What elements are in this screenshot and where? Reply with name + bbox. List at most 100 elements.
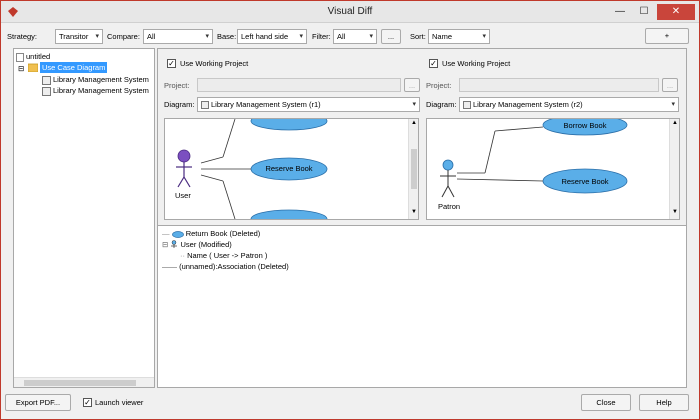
project-more-button-left[interactable]: ... xyxy=(404,78,420,92)
file-icon xyxy=(16,52,24,62)
tree-horizontal-scrollbar[interactable] xyxy=(14,377,154,387)
tree-item-label: Library Management System xyxy=(53,86,149,95)
actor-user-label: User xyxy=(175,191,191,200)
chevron-down-icon: ▾ xyxy=(369,33,373,40)
close-button[interactable]: Close xyxy=(581,394,631,411)
close-window-button[interactable]: ✕ xyxy=(657,4,695,20)
tree-item-label: Library Management System xyxy=(53,75,149,84)
project-more-button-right[interactable]: ... xyxy=(662,78,678,92)
tree-item-lms-2[interactable]: Library Management System xyxy=(42,85,149,96)
tree-item-use-case-diagram[interactable]: Use Case Diagram xyxy=(40,62,108,73)
left-side: ✓ Use Working Project Project: ... Diagr… xyxy=(164,49,426,224)
tree-root-item[interactable]: untitled xyxy=(16,51,50,62)
title-bar: Visual Diff — ☐ ✕ xyxy=(1,1,699,23)
actor-icon xyxy=(171,240,178,249)
diagram-icon xyxy=(42,75,51,85)
strategy-label: Strategy: xyxy=(7,32,38,41)
diagram-label-right: Diagram: xyxy=(426,100,457,109)
use-working-project-checkbox-left[interactable]: ✓ xyxy=(167,59,176,68)
base-select[interactable]: Left hand side ▾ xyxy=(237,29,307,44)
diff-item-name-change[interactable]: ·· Name ( User -> Patron ) xyxy=(180,251,267,260)
launch-viewer-checkbox[interactable]: ✓ xyxy=(83,398,92,407)
diff-item-user[interactable]: ⊟ User (Modified) xyxy=(162,240,232,250)
base-label: Base: xyxy=(217,32,237,41)
diagram-canvas-left[interactable]: User Reserve Book ▲ ▼ xyxy=(164,118,419,220)
chevron-down-icon: ▾ xyxy=(412,101,416,108)
actor-patron-label: Patron xyxy=(438,202,461,211)
bottom-bar: Export PDF... ✓ Launch viewer Close Help xyxy=(5,394,695,412)
chevron-down-icon: ▾ xyxy=(671,101,675,108)
use-working-project-label-left: Use Working Project xyxy=(180,59,249,68)
diagram-select-left[interactable]: Library Management System (r1) ▾ xyxy=(197,97,420,112)
visual-diff-window: Visual Diff — ☐ ✕ Strategy: Transitor ▾ C… xyxy=(0,0,700,420)
tree-item-lms-1[interactable]: Library Management System xyxy=(42,74,149,85)
project-label-left: Project: xyxy=(164,81,190,90)
sort-label: Sort: xyxy=(410,32,426,41)
scrollbar-thumb[interactable] xyxy=(24,380,136,386)
compare-select[interactable]: All ▾ xyxy=(143,29,213,44)
scroll-up-icon[interactable]: ▲ xyxy=(411,120,417,126)
diagram-icon xyxy=(201,101,209,110)
tree-expander-icon[interactable]: ⊟ xyxy=(18,63,24,74)
diagram-canvas-right[interactable]: Patron Borrow Book Reserve Book ▲ ▼ xyxy=(426,118,680,220)
diff-item-association[interactable]: —— (unnamed):Association (Deleted) xyxy=(162,262,289,271)
diagram-drawing-right xyxy=(440,119,628,198)
maximize-button[interactable]: ☐ xyxy=(633,4,655,20)
diagram-icon xyxy=(42,86,51,96)
scrollbar-thumb[interactable] xyxy=(411,149,417,189)
usecase-reserve-book-right: Reserve Book xyxy=(561,177,609,186)
sort-value: Name xyxy=(432,32,453,41)
export-pdf-button[interactable]: Export PDF... xyxy=(5,394,71,411)
difference-tree: — Return Book (Deleted) ⊟ User (Modified… xyxy=(158,225,686,387)
folder-icon xyxy=(27,63,39,74)
association-icon: —— xyxy=(162,262,177,271)
diff-item-label: Name ( User -> Patron ) xyxy=(187,251,268,260)
strategy-select[interactable]: Transitor ▾ xyxy=(55,29,103,44)
plus-icon: + xyxy=(664,31,670,40)
diagram-select-right[interactable]: Library Management System (r2) ▾ xyxy=(459,97,679,112)
chevron-down-icon: ▾ xyxy=(205,33,209,40)
scroll-down-icon[interactable]: ▼ xyxy=(672,209,678,215)
filter-label: Filter: xyxy=(312,32,331,41)
base-value: Left hand side xyxy=(241,32,289,41)
diff-item-return-book[interactable]: — Return Book (Deleted) xyxy=(162,229,260,238)
help-button[interactable]: Help xyxy=(639,394,689,411)
project-label-right: Project: xyxy=(426,81,452,90)
scroll-down-icon[interactable]: ▼ xyxy=(411,209,417,215)
diff-item-label: (unnamed):Association (Deleted) xyxy=(179,262,289,271)
usecase-borrow-book-right: Borrow Book xyxy=(563,121,607,130)
project-field-right xyxy=(459,78,659,92)
compare-label: Compare: xyxy=(107,32,140,41)
diff-item-label: User (Modified) xyxy=(180,240,232,249)
comparison-panel: ✓ Use Working Project Project: ... Diagr… xyxy=(157,48,687,388)
diagram-tree-panel: untitled ⊟ Use Case Diagram Library Mana… xyxy=(13,48,155,388)
canvas-vertical-scrollbar-left[interactable]: ▲ ▼ xyxy=(408,119,418,219)
usecase-icon xyxy=(171,230,184,238)
diagram-value-right: Library Management System (r2) xyxy=(473,100,583,109)
use-working-project-checkbox-right[interactable]: ✓ xyxy=(429,59,438,68)
sort-select[interactable]: Name ▾ xyxy=(428,29,490,44)
tree-line-icon: — xyxy=(162,229,170,238)
diagram-value-left: Library Management System (r1) xyxy=(211,100,321,109)
chevron-down-icon: ▾ xyxy=(299,33,303,40)
filter-more-button[interactable]: ... xyxy=(381,29,401,44)
project-field-left xyxy=(197,78,401,92)
minimize-button[interactable]: — xyxy=(609,4,631,20)
diagram-icon xyxy=(463,101,471,110)
tree-expander-icon[interactable]: ⊟ xyxy=(162,240,168,249)
canvas-vertical-scrollbar-right[interactable]: ▲ ▼ xyxy=(669,119,679,219)
launch-viewer-label: Launch viewer xyxy=(95,398,144,407)
usecase-reserve-book-left: Reserve Book xyxy=(265,164,313,173)
compare-value: All xyxy=(147,32,156,41)
chevron-down-icon: ▾ xyxy=(482,33,486,40)
use-working-project-label-right: Use Working Project xyxy=(442,59,511,68)
diff-item-label: Return Book (Deleted) xyxy=(185,229,261,238)
right-side: ✓ Use Working Project Project: ... Diagr… xyxy=(426,49,688,224)
chevron-down-icon: ▾ xyxy=(95,33,99,40)
filter-select[interactable]: All ▾ xyxy=(333,29,377,44)
filter-value: All xyxy=(337,32,346,41)
diagram-label-left: Diagram: xyxy=(164,100,195,109)
window-title: Visual Diff xyxy=(327,6,373,17)
scroll-up-icon[interactable]: ▲ xyxy=(672,120,678,126)
add-comparison-button[interactable]: + xyxy=(645,28,689,44)
